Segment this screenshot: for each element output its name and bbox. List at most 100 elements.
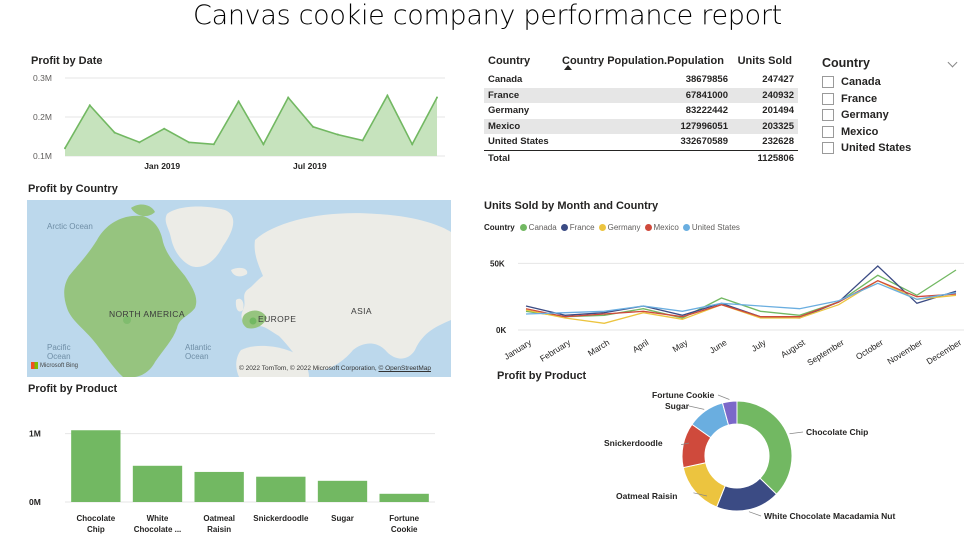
x-tick-label: October: [854, 337, 885, 362]
table-row[interactable]: Canada 38679856 247427: [484, 72, 798, 88]
asia-label: ASIA: [351, 306, 372, 316]
leader-line: [789, 431, 804, 435]
cell-country: Germany: [488, 105, 530, 117]
data-point: [163, 127, 166, 130]
cell-country: Mexico: [488, 120, 521, 132]
greenland-land: [165, 206, 234, 268]
y-tick-label: 0K: [496, 326, 506, 335]
data-point: [88, 104, 91, 107]
x-tick-label: Chocolate: [76, 514, 115, 523]
report-title: Canvas cookie company performance report: [193, 0, 782, 31]
slicer-option-mexico[interactable]: Mexico: [822, 124, 962, 141]
x-tick-label: August: [779, 337, 807, 360]
slicer-option-label: United States: [841, 142, 912, 155]
checkbox[interactable]: [822, 142, 834, 155]
legend-dot-icon: [598, 224, 606, 231]
units-by-month-title: Units Sold by Month and Country: [484, 200, 659, 212]
cell-country: United States: [488, 136, 549, 148]
table-row[interactable]: France 67841000 240932: [484, 87, 798, 103]
legend-label: Germany: [607, 223, 641, 232]
slicer-header[interactable]: Country: [822, 56, 962, 74]
data-point: [287, 96, 290, 99]
iceland-land: [231, 267, 248, 277]
donut-slice: [682, 462, 726, 508]
donut-label: White Chocolate Macadamia Nut: [764, 511, 895, 521]
x-tick-label: Chip: [87, 525, 105, 534]
checkbox[interactable]: [822, 109, 834, 122]
bar: [256, 476, 306, 502]
checkbox[interactable]: [822, 76, 834, 89]
legend-label: Canada: [528, 223, 557, 232]
slicer-option-label: France: [841, 92, 878, 105]
data-point: [113, 131, 116, 134]
openstreetmap-link[interactable]: © OpenStreetMap: [379, 365, 431, 372]
x-tick-label: April: [631, 337, 651, 355]
x-tick-label: Raisin: [207, 525, 231, 534]
slicer-title: Country: [822, 56, 870, 70]
cell-country: France: [488, 89, 520, 101]
legend-title: Country: [484, 223, 515, 232]
x-tick-label: June: [708, 337, 729, 355]
profit-by-product-donut-title: Profit by Product: [497, 370, 587, 382]
country-slicer: Country Canada France Germany Mexico Uni…: [822, 56, 962, 157]
cell-population: 67841000: [685, 89, 728, 101]
slicer-option-united-states[interactable]: United States: [822, 140, 962, 157]
profit-by-product-bar-chart[interactable]: 1M 0M Chocolate Chip White Chocolate ... Oatme…: [25, 420, 445, 541]
data-point: [436, 96, 438, 99]
cell-population: 83222442: [685, 105, 728, 117]
leader-line: [717, 394, 730, 400]
slicer-option-germany[interactable]: Germany: [822, 107, 962, 124]
europe-bubble[interactable]: [249, 317, 257, 325]
bing-label: Microsoft Bing: [40, 362, 79, 369]
header-units-sold[interactable]: Units Sold: [734, 55, 796, 67]
profit-by-country-title: Profit by Country: [28, 183, 118, 195]
checkbox[interactable]: [822, 125, 834, 138]
legend-label: Mexico: [653, 223, 679, 232]
uk-land: [235, 298, 244, 312]
y-tick-label: 0.3M: [33, 73, 52, 83]
donut-label: Chocolate Chip: [806, 427, 868, 437]
bing-logo: Microsoft Bing: [31, 362, 78, 369]
cell-country: Canada: [488, 74, 523, 86]
data-point: [361, 139, 364, 142]
data-point: [237, 100, 240, 103]
header-population[interactable]: Country Population.Population: [562, 55, 734, 67]
table-row[interactable]: Mexico 127996051 203325: [484, 118, 798, 134]
cell-units: 232628: [762, 136, 794, 148]
bar: [194, 471, 244, 502]
profit-by-date-chart[interactable]: 0.3M 0.2M 0.1M Jan 2019 Jul 2019: [25, 70, 455, 175]
legend-item-germany[interactable]: Germany: [598, 223, 641, 232]
x-tick-label: January: [502, 337, 534, 362]
data-point: [212, 143, 215, 146]
data-point: [336, 133, 339, 136]
cell-units: 203325: [762, 120, 794, 132]
slicer-option-canada[interactable]: Canada: [822, 74, 962, 91]
country-table: Country Country Population.Population Un…: [484, 50, 798, 167]
units-legend: Country Canada France Germany Mexico Uni…: [484, 223, 744, 232]
legend-item-united-states[interactable]: United States: [682, 223, 740, 232]
legend-item-france[interactable]: France: [560, 223, 595, 232]
header-country[interactable]: Country: [484, 55, 564, 67]
bar: [132, 465, 183, 502]
total-label: Total: [488, 153, 510, 164]
data-point: [411, 143, 414, 146]
legend-dot-icon: [682, 224, 690, 231]
x-tick-label: February: [538, 337, 573, 364]
copyright-text: © 2022 TomTom, © 2022 Microsoft Corporat…: [238, 365, 379, 372]
profit-by-product-donut-chart[interactable]: Chocolate Chip White Chocolate Macadamia …: [580, 380, 920, 530]
slicer-option-france[interactable]: France: [822, 91, 962, 108]
table-row[interactable]: United States 332670589 232628: [484, 134, 798, 150]
profit-area: [65, 95, 437, 156]
data-point: [138, 141, 141, 144]
x-tick-label: White: [147, 514, 169, 523]
legend-item-canada[interactable]: Canada: [519, 223, 557, 232]
table-row[interactable]: Germany 83222442 201494: [484, 103, 798, 119]
leader-line: [688, 405, 705, 410]
profit-by-country-map[interactable]: Arctic Ocean NORTH AMERICA EUROPE ASIA P…: [27, 200, 451, 377]
checkbox[interactable]: [822, 92, 834, 105]
x-tick-label: Jan 2019: [144, 161, 180, 171]
chevron-down-icon[interactable]: [947, 57, 958, 68]
donut-label: Oatmeal Raisin: [616, 491, 677, 501]
units-by-month-chart[interactable]: 50K 0K January February March April May June Jul…: [484, 240, 972, 375]
legend-item-mexico[interactable]: Mexico: [644, 223, 679, 232]
